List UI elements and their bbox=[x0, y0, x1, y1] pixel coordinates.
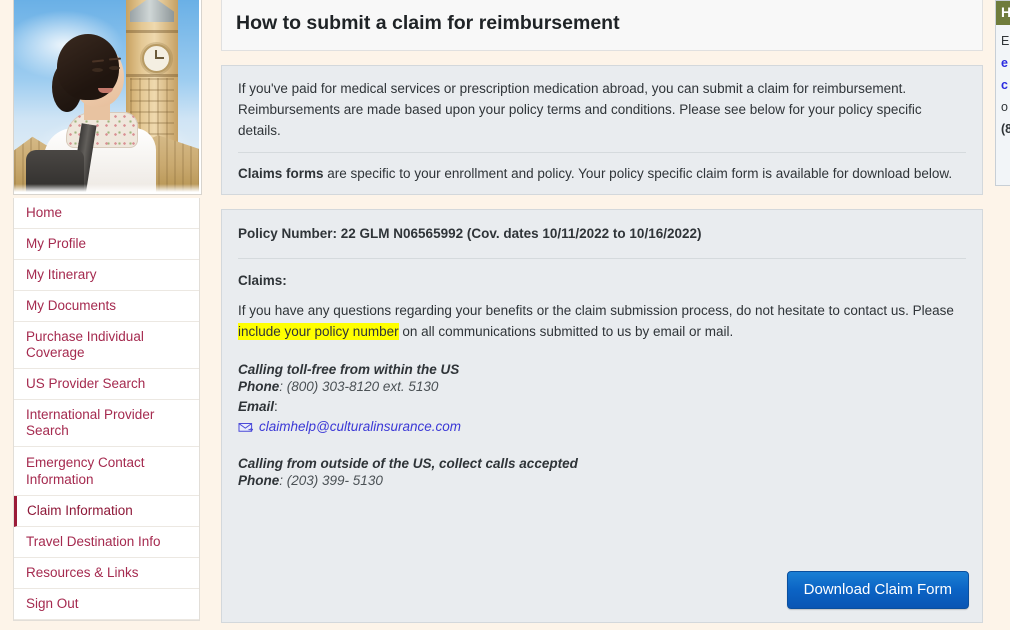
outside-phone-label: Phone bbox=[238, 473, 280, 488]
policy-number-highlight: include your policy number bbox=[238, 323, 399, 340]
divider-2 bbox=[238, 258, 966, 259]
email-row-label: Email: bbox=[238, 397, 966, 417]
intro-card: If you've paid for medical services or p… bbox=[221, 65, 983, 195]
sidebar-photo-frame bbox=[13, 0, 202, 195]
right-panel-body: E e c o (8 bbox=[996, 25, 1010, 140]
right-panel-header: H bbox=[996, 1, 1010, 25]
claim-information-page: Home My Profile My Itinerary My Document… bbox=[0, 0, 1010, 630]
sidebar-item-travel-destination-info[interactable]: Travel Destination Info bbox=[14, 527, 199, 558]
us-phone-label: Phone bbox=[238, 379, 280, 394]
page-header-card: How to submit a claim for reimbursement bbox=[221, 0, 983, 51]
sidebar-item-my-itinerary[interactable]: My Itinerary bbox=[14, 260, 199, 291]
us-calling-heading: Calling toll-free from within the US bbox=[238, 362, 460, 377]
sidebar-item-home[interactable]: Home bbox=[14, 198, 199, 229]
contact-paragraph: If you have any questions regarding your… bbox=[238, 300, 966, 342]
download-claim-form-button[interactable]: Download Claim Form bbox=[786, 571, 969, 609]
sidebar-item-resources-and-links[interactable]: Resources & Links bbox=[14, 558, 199, 589]
right-side-panel: H E e c o (8 bbox=[995, 0, 1010, 186]
claim-email-link[interactable]: claimhelp@culturalinsurance.com bbox=[259, 419, 461, 434]
email-row: claimhelp@culturalinsurance.com bbox=[238, 419, 966, 434]
claims-label: Claims: bbox=[238, 273, 287, 288]
right-panel-line-5: (8 bbox=[1001, 122, 1010, 136]
sidebar-item-sign-out[interactable]: Sign Out bbox=[14, 589, 199, 620]
email-label: Email bbox=[238, 399, 275, 414]
claims-forms-bold: Claims forms bbox=[238, 166, 324, 181]
student-traveler-photo bbox=[14, 0, 199, 192]
intro-paragraph: If you've paid for medical services or p… bbox=[238, 81, 922, 138]
outside-phone-value: : (203) 399- 5130 bbox=[279, 473, 383, 488]
email-label-colon: : bbox=[274, 399, 278, 414]
claims-forms-rest: are specific to your enrollment and poli… bbox=[323, 166, 953, 181]
policy-details-card: Policy Number: 22 GLM N06565992 (Cov. da… bbox=[221, 209, 983, 623]
sidebar-item-international-provider-search[interactable]: International Provider Search bbox=[14, 400, 199, 447]
us-phone-row: Phone: (800) 303-8120 ext. 5130 bbox=[238, 377, 966, 397]
policy-number-line: Policy Number: 22 GLM N06565992 (Cov. da… bbox=[238, 226, 702, 241]
sidebar-item-emergency-contact-information[interactable]: Emergency Contact Information bbox=[14, 447, 199, 496]
page-title: How to submit a claim for reimbursement bbox=[236, 12, 620, 34]
clock-face-icon bbox=[142, 44, 171, 73]
outside-phone-row: Phone: (203) 399- 5130 bbox=[238, 471, 966, 491]
contact-text-before: If you have any questions regarding your… bbox=[238, 303, 954, 318]
main-content: How to submit a claim for reimbursement … bbox=[221, 0, 983, 623]
sidebar-item-my-documents[interactable]: My Documents bbox=[14, 291, 199, 322]
sidebar-item-purchase-individual-coverage[interactable]: Purchase Individual Coverage bbox=[14, 322, 199, 369]
eye-right bbox=[109, 66, 120, 70]
outside-us-calling-heading: Calling from outside of the US, collect … bbox=[238, 456, 578, 471]
right-panel-line-1: E bbox=[1001, 34, 1010, 48]
envelope-icon bbox=[238, 421, 254, 432]
eye-left bbox=[92, 68, 103, 72]
sidebar-nav: Home My Profile My Itinerary My Document… bbox=[13, 198, 200, 621]
claims-forms-paragraph: Claims forms are specific to your enroll… bbox=[238, 163, 966, 184]
contact-text-after: on all communications submitted to us by… bbox=[398, 324, 734, 339]
divider bbox=[238, 152, 966, 153]
tower-band-2 bbox=[126, 74, 178, 77]
right-panel-link-1[interactable]: e bbox=[1001, 52, 1010, 74]
us-phone-value: : (800) 303-8120 ext. 5130 bbox=[279, 379, 439, 394]
sidebar-item-my-profile[interactable]: My Profile bbox=[14, 229, 199, 260]
sidebar-item-us-provider-search[interactable]: US Provider Search bbox=[14, 369, 199, 400]
right-panel-link-2[interactable]: c bbox=[1001, 74, 1010, 96]
right-panel-line-4: o bbox=[1001, 100, 1008, 114]
photo-bottom-fade bbox=[14, 184, 199, 192]
sidebar-item-claim-information[interactable]: Claim Information bbox=[14, 496, 199, 527]
left-sidebar: Home My Profile My Itinerary My Document… bbox=[0, 0, 212, 630]
tower-band bbox=[126, 30, 178, 33]
